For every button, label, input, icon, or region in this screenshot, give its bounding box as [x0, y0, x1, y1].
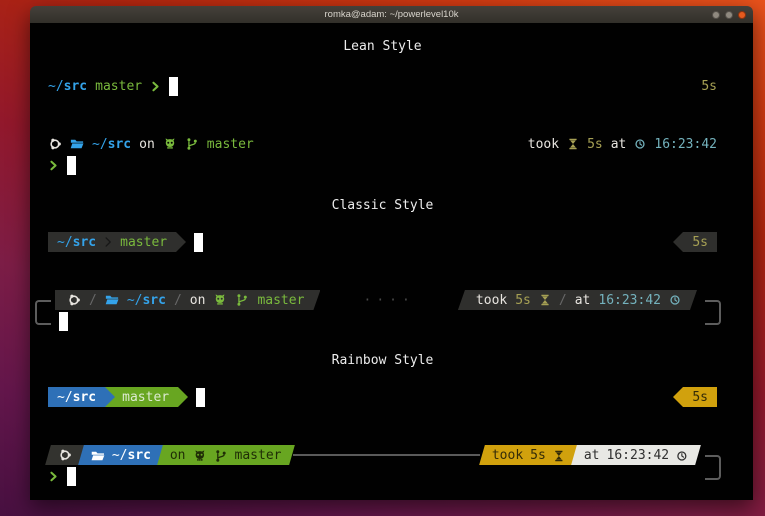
powerline-arrow-icon: [176, 232, 186, 252]
git-branch-name: master: [207, 137, 254, 152]
os-icon: [67, 293, 81, 307]
powerline-arrow-icon: [673, 387, 683, 407]
classic-style-heading: Classic Style: [48, 196, 717, 215]
on-label: on: [139, 137, 155, 152]
clock-icon: [676, 449, 688, 461]
on-label: on: [190, 293, 206, 308]
rainbow-style-heading: Rainbow Style: [48, 351, 717, 370]
segment-separator: /: [559, 293, 567, 308]
current-directory: ~/src: [112, 448, 151, 463]
maximize-button[interactable]: [725, 11, 733, 19]
cursor: [194, 233, 203, 252]
cursor: [169, 77, 178, 96]
rainbow-prompt-full: ~/src on master took 5s at 16:23:42: [48, 445, 717, 487]
powerline-arrow-icon: [105, 387, 115, 407]
cursor: [196, 388, 205, 407]
cursor: [67, 156, 76, 175]
command-duration: 5s: [587, 137, 603, 152]
prompt-chevron-icon: [48, 158, 59, 173]
rainbow-prompt-simple: ~/src master 5s: [48, 387, 717, 407]
powerline-arrow-icon: [673, 232, 683, 252]
terminal-window: romka@adam: ~/powerlevel10k Lean Style ~…: [30, 6, 753, 500]
prompt-connector-line: [293, 454, 480, 456]
folder-icon: [91, 448, 105, 462]
lean-style-heading: Lean Style: [48, 37, 717, 56]
segment-separator-icon: [103, 234, 113, 250]
command-duration: 5s: [530, 448, 546, 463]
command-duration: 5s: [515, 293, 531, 308]
folder-icon: [105, 293, 119, 307]
segment-separator: /: [174, 293, 182, 308]
git-branch-icon: [185, 137, 199, 151]
github-octoface-icon: [193, 448, 207, 462]
current-time: 16:23:42: [598, 293, 661, 308]
command-duration: 5s: [701, 79, 717, 94]
folder-icon: [70, 137, 84, 151]
git-branch-name: master: [235, 448, 282, 463]
prompt-frame-left: [35, 300, 51, 325]
at-label: at: [611, 137, 627, 152]
minimize-button[interactable]: [712, 11, 720, 19]
at-label: at: [584, 448, 600, 463]
prompt-connector-dots: ····: [320, 293, 458, 308]
on-label: on: [170, 448, 186, 463]
close-button[interactable]: [738, 11, 746, 19]
took-label: took: [528, 137, 559, 152]
hourglass-icon: [553, 449, 565, 461]
hourglass-icon: [567, 138, 579, 150]
at-label: at: [575, 293, 591, 308]
git-branch-name: master: [95, 79, 142, 94]
classic-prompt-simple: ~/src master 5s: [48, 232, 717, 252]
git-branch-icon: [235, 293, 249, 307]
prompt-frame-right: [705, 300, 721, 325]
powerline-arrow-icon: [178, 387, 188, 407]
clock-icon: [669, 294, 681, 306]
command-duration: 5s: [692, 235, 708, 250]
current-directory: ~/src: [127, 293, 166, 308]
github-octoface-icon: [213, 293, 227, 307]
git-branch-name: master: [257, 293, 304, 308]
command-duration: 5s: [692, 390, 708, 405]
github-octoface-icon: [163, 137, 177, 151]
window-title: romka@adam: ~/powerlevel10k: [325, 9, 459, 20]
window-titlebar[interactable]: romka@adam: ~/powerlevel10k: [30, 6, 753, 24]
os-icon: [58, 448, 72, 462]
took-label: took: [492, 448, 523, 463]
classic-prompt-full: / ~/src / on master ···· took 5s / at 16: [35, 290, 717, 332]
prompt-frame-right: [705, 455, 721, 480]
git-branch-name: master: [120, 235, 167, 250]
segment-separator: /: [89, 293, 97, 308]
took-label: took: [476, 293, 507, 308]
current-directory: ~/src: [92, 137, 131, 152]
current-time: 16:23:42: [654, 137, 717, 152]
current-directory: ~/src: [57, 390, 96, 405]
cursor: [67, 467, 76, 486]
current-time: 16:23:42: [606, 448, 669, 463]
prompt-chevron-icon: [150, 79, 161, 94]
hourglass-icon: [539, 294, 551, 306]
terminal-body[interactable]: Lean Style ~/src master 5s ~/src on: [30, 23, 753, 500]
cursor: [59, 312, 68, 331]
prompt-chevron-icon: [48, 469, 59, 484]
git-branch-name: master: [122, 390, 169, 405]
clock-icon: [634, 138, 646, 150]
os-icon: [48, 137, 62, 151]
git-branch-icon: [214, 448, 228, 462]
current-directory: ~/src: [48, 79, 87, 94]
lean-prompt-simple: ~/src master 5s: [48, 76, 717, 96]
current-directory: ~/src: [57, 235, 96, 250]
lean-prompt-full: ~/src on master took 5s at 16:23:42: [48, 134, 717, 176]
window-controls: [712, 6, 746, 23]
